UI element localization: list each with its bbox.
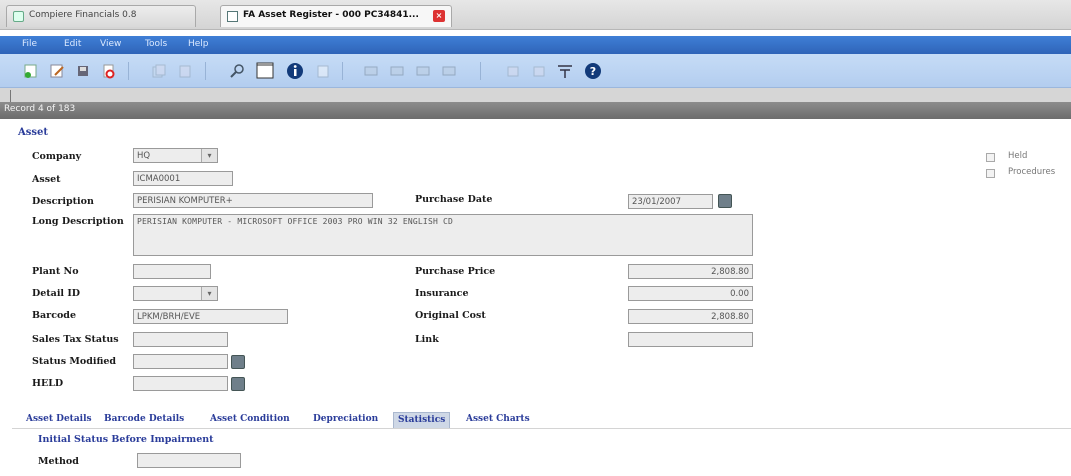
close-icon[interactable]: × xyxy=(433,10,445,22)
status-modified-field[interactable] xyxy=(133,354,228,369)
purchase-price-label: Purchase Price xyxy=(415,266,496,277)
browser-tab-asset-register[interactable]: FA Asset Register - 000 PC34841... × xyxy=(220,5,452,27)
calendar-icon[interactable] xyxy=(718,194,732,208)
original-cost-field[interactable]: 2,808.80 xyxy=(628,309,753,324)
tab-asset-charts[interactable]: Asset Charts xyxy=(462,412,534,428)
held-checkbox-label: Held xyxy=(1008,151,1028,161)
plant-no-field[interactable] xyxy=(133,264,211,279)
barcode-label: Barcode xyxy=(32,310,76,321)
link-label: Link xyxy=(415,334,439,345)
toolbar-separator xyxy=(128,62,129,80)
attachment-icon[interactable] xyxy=(504,62,522,80)
sales-tax-status-field[interactable] xyxy=(133,332,228,347)
tab-row-divider xyxy=(12,428,1071,429)
page-icon xyxy=(13,11,24,22)
menu-tools[interactable]: Tools xyxy=(145,39,167,49)
held-field[interactable] xyxy=(133,376,228,391)
insurance-label: Insurance xyxy=(415,288,469,299)
link-field[interactable] xyxy=(628,332,753,347)
tab-statistics[interactable]: Statistics xyxy=(393,412,451,428)
tab-barcode-details[interactable]: Barcode Details xyxy=(100,412,188,428)
company-label: Company xyxy=(32,151,82,162)
menu-edit[interactable]: Edit xyxy=(64,39,81,49)
toolbar-separator xyxy=(342,62,343,80)
edit-icon[interactable] xyxy=(48,62,66,80)
browser-tab-compiere[interactable]: Compiere Financials 0.8 xyxy=(6,5,196,27)
menu-view[interactable]: View xyxy=(100,39,121,49)
held-checkbox[interactable] xyxy=(986,153,995,162)
previous-record-icon[interactable] xyxy=(388,62,406,80)
report-icon[interactable] xyxy=(314,62,332,80)
toolbar: ? xyxy=(0,54,1071,88)
refresh-icon[interactable] xyxy=(530,62,548,80)
impairment-section-title: Initial Status Before Impairment xyxy=(38,434,214,445)
delete-icon[interactable] xyxy=(100,62,118,80)
paste-icon[interactable] xyxy=(176,62,194,80)
record-strip-handle[interactable] xyxy=(10,90,90,102)
asset-section-title: Asset xyxy=(18,127,48,138)
record-strip-header xyxy=(0,88,1071,102)
asset-label: Asset xyxy=(32,174,61,185)
detail-id-select[interactable]: ▾ xyxy=(133,286,218,301)
copy-icon[interactable] xyxy=(150,62,168,80)
record-strip xyxy=(0,102,1071,119)
procedures-checkbox[interactable] xyxy=(986,169,995,178)
info-icon[interactable] xyxy=(286,62,304,80)
description-label: Description xyxy=(32,196,94,207)
purchase-price-field[interactable]: 2,808.80 xyxy=(628,264,753,279)
purchase-date-field[interactable]: 23/01/2007 xyxy=(628,194,713,209)
long-description-label: Long Description xyxy=(32,216,124,227)
browser-tab-strip: Compiere Financials 0.8 FA Asset Registe… xyxy=(0,0,1071,30)
toolbar-separator xyxy=(480,62,481,80)
toolbar-separator xyxy=(205,62,206,80)
tab-asset-condition[interactable]: Asset Condition xyxy=(206,412,294,428)
filter-icon[interactable] xyxy=(556,62,574,80)
purchase-date-label: Purchase Date xyxy=(415,194,493,205)
asset-field[interactable]: ICMA0001 xyxy=(133,171,233,186)
menu-file[interactable]: File xyxy=(22,39,37,49)
method-field[interactable] xyxy=(137,453,241,468)
blank-page-icon[interactable] xyxy=(256,62,274,80)
record-counter: Record 4 of 183 xyxy=(4,104,76,114)
company-select[interactable]: HQ ▾ xyxy=(133,148,218,163)
sales-tax-status-label: Sales Tax Status xyxy=(32,334,119,345)
plant-no-label: Plant No xyxy=(32,266,79,277)
browser-tab-label: Compiere Financials 0.8 xyxy=(29,10,137,20)
long-description-field[interactable]: PERISIAN KOMPUTER - MICROSOFT OFFICE 200… xyxy=(133,214,753,256)
browser-tab-label: FA Asset Register - 000 PC34841... xyxy=(243,10,419,20)
save-icon[interactable] xyxy=(74,62,92,80)
barcode-field[interactable]: LPKM/BRH/EVE xyxy=(133,309,288,324)
method-label: Method xyxy=(38,456,79,467)
status-modified-label: Status Modified xyxy=(32,356,117,367)
page-icon xyxy=(227,11,238,22)
detail-id-label: Detail ID xyxy=(32,288,81,299)
original-cost-label: Original Cost xyxy=(415,310,486,321)
search-icon[interactable] xyxy=(228,62,246,80)
new-record-icon[interactable] xyxy=(22,62,40,80)
svg-text:?: ? xyxy=(590,65,596,78)
tab-asset-details[interactable]: Asset Details xyxy=(22,412,96,428)
menu-help[interactable]: Help xyxy=(188,39,209,49)
first-record-icon[interactable] xyxy=(362,62,380,80)
help-icon[interactable]: ? xyxy=(584,62,602,80)
chevron-down-icon[interactable]: ▾ xyxy=(201,149,217,162)
procedures-checkbox-label: Procedures xyxy=(1008,167,1056,177)
company-value: HQ xyxy=(137,151,151,161)
tab-depreciation[interactable]: Depreciation xyxy=(309,412,382,428)
held-label: HELD xyxy=(32,378,64,389)
next-record-icon[interactable] xyxy=(414,62,432,80)
calendar-icon[interactable] xyxy=(231,355,245,369)
menu-bar: File Edit View Tools Help xyxy=(0,36,1071,54)
chevron-down-icon[interactable]: ▾ xyxy=(201,287,217,300)
calendar-icon[interactable] xyxy=(231,377,245,391)
description-field[interactable]: PERISIAN KOMPUTER+ xyxy=(133,193,373,208)
last-record-icon[interactable] xyxy=(440,62,458,80)
insurance-field[interactable]: 0.00 xyxy=(628,286,753,301)
